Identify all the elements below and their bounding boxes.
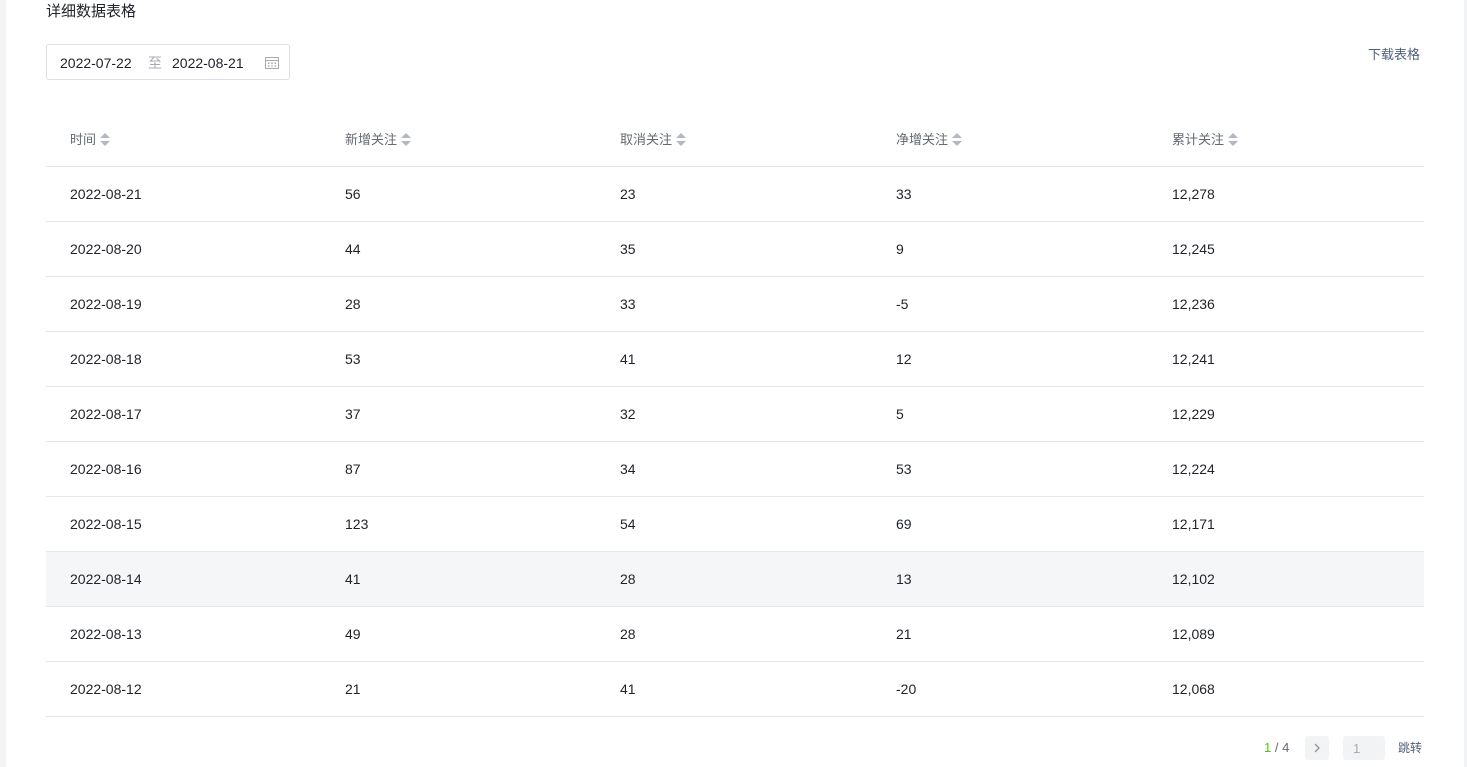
cell-col-new-follows: 37 (345, 406, 361, 422)
cell-col-net-follows: 5 (896, 406, 904, 422)
sort-icon[interactable] (952, 133, 963, 147)
total-pages: 4 (1282, 740, 1290, 755)
cell-col-unfollows: 41 (620, 351, 636, 367)
cell-col-time: 2022-08-16 (70, 461, 142, 477)
cell-col-new-follows: 87 (345, 461, 361, 477)
cell-col-unfollows: 23 (620, 186, 636, 202)
cell-col-new-follows: 56 (345, 186, 361, 202)
table-row: 2022-08-19 28 33 -5 12,236 (46, 277, 1424, 332)
cell-col-new-follows: 49 (345, 626, 361, 642)
header-col-net-follows[interactable]: 净增关注 (896, 131, 963, 149)
cell-col-new-follows: 53 (345, 351, 361, 367)
cell-col-unfollows: 28 (620, 571, 636, 587)
data-table: 时间 新增关注 取消关注 净增关注 累计关注 2022-08-21 56 23 33 12,27… (46, 112, 1424, 717)
cell-col-unfollows: 33 (620, 296, 636, 312)
cell-col-new-follows: 21 (345, 681, 361, 697)
date-range-start[interactable]: 2022-07-22 (60, 54, 132, 72)
cell-col-net-follows: 9 (896, 241, 904, 257)
table-row: 2022-08-20 44 35 9 12,245 (46, 222, 1424, 277)
cell-col-new-follows: 123 (345, 516, 369, 532)
header-col-unfollows[interactable]: 取消关注 (620, 131, 687, 149)
cell-col-time: 2022-08-19 (70, 296, 142, 312)
sort-icon[interactable] (401, 133, 412, 147)
cell-col-time: 2022-08-15 (70, 516, 142, 532)
cell-col-total-follows: 12,245 (1172, 241, 1215, 257)
header-label: 新增关注 (345, 132, 398, 147)
cell-col-total-follows: 12,236 (1172, 296, 1215, 312)
sort-icon[interactable] (1228, 133, 1239, 147)
cell-col-total-follows: 12,224 (1172, 461, 1215, 477)
section-title: 详细数据表格 (46, 3, 137, 20)
cell-col-unfollows: 35 (620, 241, 636, 257)
table-header: 时间 新增关注 取消关注 净增关注 累计关注 (46, 112, 1424, 167)
header-label: 取消关注 (620, 132, 673, 147)
chevron-right-icon (1314, 743, 1320, 753)
table-row: 2022-08-15 123 54 69 12,171 (46, 497, 1424, 552)
cell-col-total-follows: 12,089 (1172, 626, 1215, 642)
cell-col-time: 2022-08-13 (70, 626, 142, 642)
cell-col-time: 2022-08-14 (70, 571, 142, 587)
date-range-picker[interactable]: 2022-07-22 至 2022-08-21 (46, 44, 290, 80)
page-separator: / (1271, 740, 1283, 755)
header-col-new-follows[interactable]: 新增关注 (345, 131, 412, 149)
header-col-time[interactable]: 时间 (70, 131, 111, 149)
cell-col-new-follows: 28 (345, 296, 361, 312)
cell-col-time: 2022-08-18 (70, 351, 142, 367)
table-row: 2022-08-14 41 28 13 12,102 (46, 552, 1424, 607)
cell-col-unfollows: 28 (620, 626, 636, 642)
cell-col-unfollows: 34 (620, 461, 636, 477)
page-indicator: 1 / 4 (1264, 739, 1289, 757)
cell-col-unfollows: 32 (620, 406, 636, 422)
jump-button[interactable]: 跳转 (1398, 739, 1422, 757)
table-row: 2022-08-16 87 34 53 12,224 (46, 442, 1424, 497)
cell-col-net-follows: 21 (896, 626, 912, 642)
cell-col-net-follows: 12 (896, 351, 912, 367)
cell-col-time: 2022-08-17 (70, 406, 142, 422)
cell-col-total-follows: 12,229 (1172, 406, 1215, 422)
next-page-button[interactable] (1305, 736, 1329, 760)
cell-col-total-follows: 12,241 (1172, 351, 1215, 367)
header-label: 累计关注 (1172, 132, 1225, 147)
table-row: 2022-08-17 37 32 5 12,229 (46, 387, 1424, 442)
cell-col-unfollows: 54 (620, 516, 636, 532)
cell-col-total-follows: 12,068 (1172, 681, 1215, 697)
table-row: 2022-08-12 21 41 -20 12,068 (46, 662, 1424, 717)
cell-col-net-follows: 69 (896, 516, 912, 532)
detail-data-card: 详细数据表格 2022-07-22 至 2022-08-21 下载表格 时间 新增… (6, 0, 1464, 767)
cell-col-new-follows: 41 (345, 571, 361, 587)
table-row: 2022-08-13 49 28 21 12,089 (46, 607, 1424, 662)
cell-col-total-follows: 12,102 (1172, 571, 1215, 587)
download-table-link[interactable]: 下载表格 (1368, 46, 1420, 64)
sort-icon[interactable] (676, 133, 687, 147)
cell-col-net-follows: -20 (896, 681, 917, 697)
cell-col-net-follows: -5 (896, 296, 909, 312)
cell-col-new-follows: 44 (345, 241, 361, 257)
cell-col-time: 2022-08-21 (70, 186, 142, 202)
cell-col-total-follows: 12,278 (1172, 186, 1215, 202)
cell-col-total-follows: 12,171 (1172, 516, 1215, 532)
header-col-total-follows[interactable]: 累计关注 (1172, 131, 1239, 149)
header-label: 净增关注 (896, 132, 949, 147)
table-row: 2022-08-21 56 23 33 12,278 (46, 167, 1424, 222)
cell-col-time: 2022-08-20 (70, 241, 142, 257)
cell-col-unfollows: 41 (620, 681, 636, 697)
calendar-icon[interactable] (265, 56, 279, 69)
date-range-end[interactable]: 2022-08-21 (172, 54, 244, 72)
header-label: 时间 (70, 132, 97, 147)
cell-col-net-follows: 53 (896, 461, 912, 477)
cell-col-net-follows: 13 (896, 571, 912, 587)
sort-icon[interactable] (100, 133, 111, 147)
cell-col-net-follows: 33 (896, 186, 912, 202)
table-row: 2022-08-18 53 41 12 12,241 (46, 332, 1424, 387)
page-jump-input[interactable] (1343, 736, 1385, 760)
date-range-separator: 至 (148, 55, 162, 71)
table-body: 2022-08-21 56 23 33 12,278 2022-08-20 44 35 9 12,… (46, 167, 1424, 717)
cell-col-time: 2022-08-12 (70, 681, 142, 697)
